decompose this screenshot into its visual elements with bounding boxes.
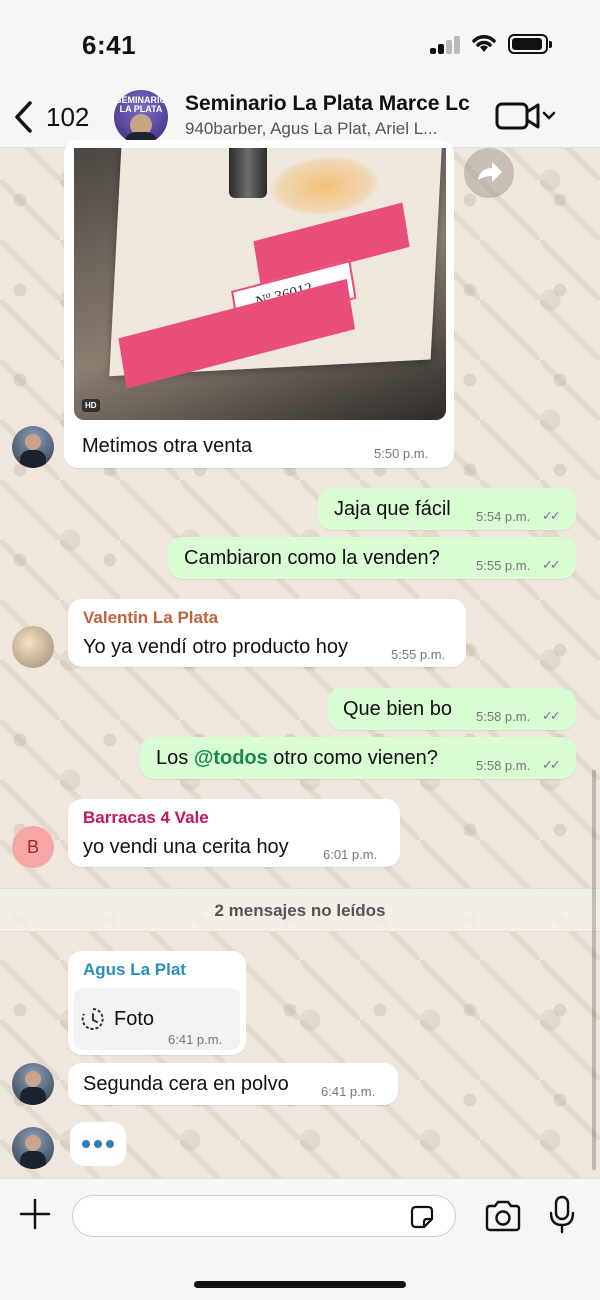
photo-label: Foto — [114, 1008, 155, 1030]
sender-avatar[interactable] — [12, 1127, 54, 1169]
bottle-image — [229, 148, 267, 198]
home-indicator — [194, 1281, 406, 1288]
sticker-icon — [410, 1205, 434, 1229]
message-text: Yo ya vendí otro producto hoy — [83, 636, 348, 658]
forward-icon — [478, 162, 502, 182]
read-receipt-icon: ✓✓ — [542, 508, 561, 523]
wifi-icon — [470, 32, 498, 59]
message-text: Los @todos otro como vienen? — [156, 747, 438, 770]
unread-divider-label: 2 mensajes no leídos — [214, 901, 386, 920]
message-composer — [0, 1178, 600, 1300]
unread-count: 102 — [46, 102, 90, 132]
camera-button[interactable] — [484, 1199, 522, 1233]
message-time: 5:58 p.m. — [476, 758, 531, 773]
message-text: yo vendi una cerita hoy — [83, 836, 289, 858]
photo-placeholder[interactable]: Foto 6:41 p.m. — [74, 988, 240, 1050]
video-camera-icon — [495, 102, 556, 130]
hd-badge: HD — [82, 399, 100, 412]
camera-icon — [485, 1200, 521, 1232]
group-avatar[interactable]: SEMINARIO LA PLATA — [114, 90, 168, 144]
sender-name[interactable]: Agus La Plat — [83, 960, 186, 980]
plus-icon — [19, 1198, 51, 1230]
message-photo[interactable]: Nº 36012 HD — [74, 148, 446, 420]
chat-header: 102 SEMINARIO LA PLATA Seminario La Plat… — [0, 88, 600, 148]
typing-indicator — [70, 1122, 126, 1166]
sender-name[interactable]: Valentin La Plata — [83, 608, 218, 628]
sticker-button[interactable] — [408, 1203, 436, 1231]
sender-avatar[interactable] — [12, 626, 54, 668]
message-text: Cambiaron como la venden? — [184, 547, 440, 569]
message-time: 6:01 p.m. — [323, 847, 378, 862]
microphone-icon — [549, 1195, 575, 1234]
read-receipt-icon: ✓✓ — [542, 757, 561, 772]
sender-avatar[interactable] — [12, 426, 54, 468]
video-call-button[interactable] — [494, 98, 564, 134]
message-text: Segunda cera en polvo — [83, 1073, 289, 1095]
status-time: 6:41 — [82, 30, 137, 60]
back-button[interactable]: 102 — [12, 100, 102, 136]
message-time: 5:55 p.m. — [476, 558, 531, 573]
message-time: 6:41 p.m. — [168, 1032, 223, 1047]
cellular-signal-icon — [430, 36, 462, 54]
group-avatar-logo-text: SEMINARIO LA PLATA — [115, 95, 167, 114]
message-time: 5:54 p.m. — [476, 509, 531, 524]
loading-clock-icon — [81, 1008, 104, 1030]
chat-participants[interactable]: 940barber, Agus La Plat, Ariel L... — [185, 119, 437, 139]
message-time: 5:50 p.m. — [374, 446, 429, 461]
attach-button[interactable] — [18, 1197, 52, 1231]
message-text: Que bien bo — [343, 698, 452, 720]
sender-avatar[interactable] — [12, 1063, 54, 1105]
message-input[interactable] — [87, 1202, 407, 1230]
message-text-end: otro como vienen? — [267, 747, 438, 769]
message-time: 5:55 p.m. — [391, 647, 446, 662]
sender-name[interactable]: Barracas 4 Vale — [83, 808, 209, 828]
status-bar: 6:41 — [0, 0, 600, 88]
sender-avatar[interactable]: B — [12, 826, 54, 868]
chevron-left-icon — [15, 101, 32, 133]
message-text: Metimos otra venta — [82, 435, 253, 457]
chat-scrollbar[interactable] — [592, 770, 596, 1170]
forward-button[interactable] — [464, 148, 514, 198]
message-input-container — [72, 1195, 456, 1237]
microphone-button[interactable] — [548, 1195, 576, 1235]
message-text: Jaja que fácil — [334, 498, 451, 520]
read-receipt-icon: ✓✓ — [542, 708, 561, 723]
unread-divider: 2 mensajes no leídos — [0, 888, 600, 932]
chat-title[interactable]: Seminario La Plata Marce Lc — [185, 92, 470, 116]
message-time: 5:58 p.m. — [476, 709, 531, 724]
message-text-start: Los — [156, 747, 194, 769]
battery-icon — [508, 34, 552, 54]
read-receipt-icon: ✓✓ — [542, 557, 561, 572]
certificate-image: Nº 36012 — [109, 148, 443, 389]
mention-link[interactable]: @todos — [194, 747, 268, 769]
message-time: 6:41 p.m. — [321, 1084, 376, 1099]
